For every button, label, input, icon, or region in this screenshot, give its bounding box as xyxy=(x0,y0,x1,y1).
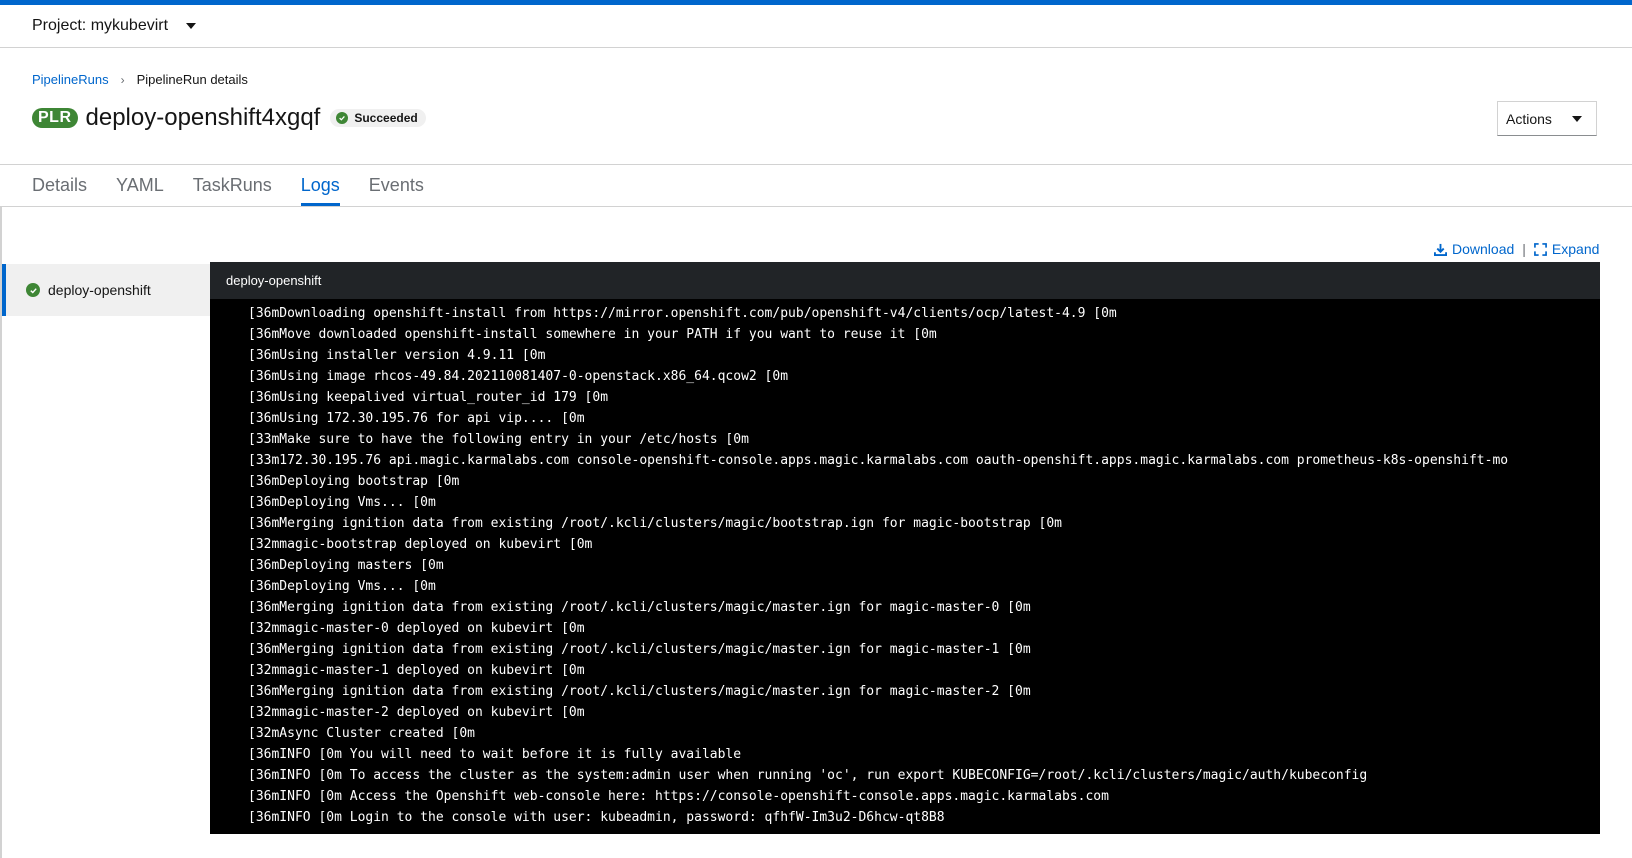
links-divider: | xyxy=(1522,241,1526,257)
tab-taskruns[interactable]: TaskRuns xyxy=(193,165,272,206)
log-line: [36mDeploying Vms... [0m xyxy=(248,495,436,510)
log-line: [36mDeploying bootstrap [0m xyxy=(248,474,460,489)
log-line: [36mINFO [0m Login to the console with u… xyxy=(248,810,945,825)
caret-down-icon xyxy=(186,23,197,29)
resource-badge: PLR xyxy=(32,108,78,128)
page-title: deploy-openshift4xgqf xyxy=(85,104,321,131)
log-line: [36mMerging ignition data from existing … xyxy=(248,516,1062,531)
log-actions: Download | Expand xyxy=(1434,241,1599,257)
status-badge: Succeeded xyxy=(330,109,426,127)
log-line: [36mUsing 172.30.195.76 for api vip.... … xyxy=(248,411,585,426)
breadcrumb-pipelineruns-link[interactable]: PipelineRuns xyxy=(32,72,109,87)
log-line: [36mMerging ignition data from existing … xyxy=(248,642,1031,657)
expand-link[interactable]: Expand xyxy=(1533,241,1600,257)
log-line: [32mmagic-master-1 deployed on kubevirt … xyxy=(248,663,585,678)
log-line: [36mMerging ignition data from existing … xyxy=(248,600,1031,615)
chevron-right-icon: › xyxy=(120,72,125,87)
log-line: [36mDeploying Vms... [0m xyxy=(248,579,436,594)
log-line: [36mUsing keepalived virtual_router_id 1… xyxy=(248,390,609,405)
log-line: [36mMerging ignition data from existing … xyxy=(248,684,1031,699)
log-line: [36mUsing image rhcos-49.84.202110081407… xyxy=(248,369,789,384)
download-link[interactable]: Download xyxy=(1434,241,1514,257)
log-line: [36mUsing installer version 4.9.11 [0m xyxy=(248,348,546,363)
project-label: Project: mykubevirt xyxy=(32,17,169,34)
tab-yaml[interactable]: YAML xyxy=(116,165,164,206)
log-line: [33mMake sure to have the following entr… xyxy=(248,432,749,447)
check-circle-icon xyxy=(336,112,349,124)
tab-events[interactable]: Events xyxy=(369,165,424,206)
log-line: [36mDownloading openshift-install from h… xyxy=(248,306,1117,321)
project-selector[interactable]: Project: mykubevirt xyxy=(32,17,197,35)
project-bar: Project: mykubevirt xyxy=(0,5,1632,48)
tab-logs[interactable]: Logs xyxy=(300,165,340,206)
actions-dropdown-button[interactable]: Actions xyxy=(1497,101,1597,136)
log-line: [32mmagic-master-0 deployed on kubevirt … xyxy=(248,621,585,636)
log-line: [36mMove downloaded openshift-install so… xyxy=(248,327,937,342)
tab-details[interactable]: Details xyxy=(32,165,87,206)
log-line: [36mINFO [0m You will need to wait befor… xyxy=(248,747,742,762)
check-circle-icon xyxy=(26,283,40,297)
breadcrumb-current: PipelineRun details xyxy=(136,72,248,87)
task-list-item-deploy-openshift[interactable]: deploy-openshift xyxy=(2,264,210,316)
log-line: [32mmagic-bootstrap deployed on kubevirt… xyxy=(248,537,593,552)
breadcrumb: PipelineRuns › PipelineRun details xyxy=(32,72,248,87)
task-name: deploy-openshift xyxy=(48,282,151,298)
expand-label: Expand xyxy=(1551,241,1600,257)
log-header: deploy-openshift xyxy=(210,262,1600,299)
log-body[interactable]: [36mDownloading openshift-install from h… xyxy=(210,299,1600,834)
caret-down-icon xyxy=(1572,115,1582,122)
download-label: Download xyxy=(1452,241,1515,257)
log-viewer: deploy-openshift [36mDownloading openshi… xyxy=(210,262,1600,834)
status-text: Succeeded xyxy=(354,111,418,125)
expand-icon xyxy=(1533,242,1547,256)
actions-label: Actions xyxy=(1506,110,1552,127)
page-header: PLR deploy-openshift4xgqf Succeeded xyxy=(32,104,426,132)
log-line: [36mINFO [0m To access the cluster as th… xyxy=(248,768,1368,783)
log-line: [36mDeploying masters [0m xyxy=(248,558,444,573)
tab-bar: Details YAML TaskRuns Logs Events xyxy=(0,165,1632,207)
download-icon xyxy=(1434,243,1447,256)
log-line: [32mmagic-master-2 deployed on kubevirt … xyxy=(248,705,585,720)
log-line: [36mINFO [0m Access the Openshift web-co… xyxy=(248,789,1109,804)
log-line: [32mAsync Cluster created [0m xyxy=(248,726,475,741)
log-line: [33m172.30.195.76 api.magic.karmalabs.co… xyxy=(248,453,1509,468)
